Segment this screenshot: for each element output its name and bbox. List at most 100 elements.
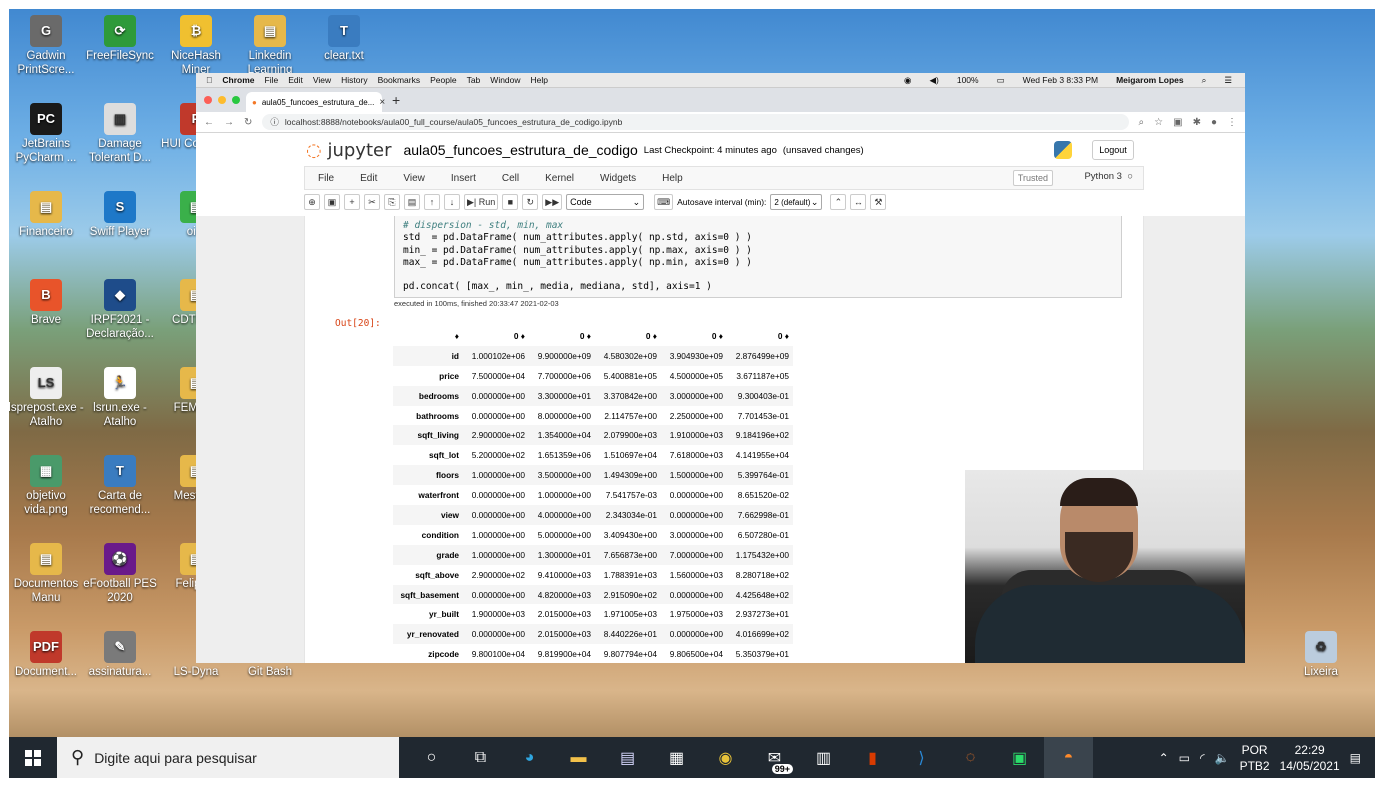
- calculator-icon[interactable]: ▥: [799, 737, 848, 778]
- desktop-icon[interactable]: ▤ Financeiro: [8, 191, 84, 239]
- desktop-icon[interactable]: ▥ Damage Tolerant D...: [82, 103, 158, 165]
- new-tab-button[interactable]: +: [392, 92, 400, 108]
- desktop-icon[interactable]: ▤ Documentos Manu: [8, 543, 84, 605]
- zoom-icon[interactable]: ⌕: [1139, 117, 1145, 128]
- edge-icon[interactable]: ◕: [505, 737, 554, 778]
- copy-icon[interactable]: ⎘: [384, 194, 400, 210]
- mac-menu-item[interactable]: Tab: [467, 75, 481, 85]
- forward-icon[interactable]: →: [224, 117, 234, 128]
- run-button[interactable]: ▶| Run: [464, 194, 499, 210]
- move-up-icon[interactable]: ↑: [424, 194, 440, 210]
- desktop-icon[interactable]: PC JetBrains PyCharm ...: [8, 103, 84, 165]
- mac-menu-item[interactable]: Window: [490, 75, 520, 85]
- jupyter-menu-item[interactable]: Kernel: [532, 173, 587, 184]
- logout-button[interactable]: Logout: [1092, 140, 1134, 160]
- autosave-select[interactable]: 2 (default) ⌄: [770, 194, 823, 210]
- hammer-icon[interactable]: ⚒: [870, 194, 887, 210]
- spotlight-icon[interactable]: ⌕: [1202, 75, 1207, 86]
- maximize-window-button[interactable]: [232, 96, 240, 104]
- expand-width-icon[interactable]: ↔: [850, 194, 867, 210]
- column-header[interactable]: 0 ♦: [727, 326, 793, 346]
- trusted-indicator[interactable]: Trusted: [1012, 170, 1053, 186]
- task-view-icon[interactable]: ⧉: [456, 737, 505, 778]
- wifi-icon[interactable]: ◉: [904, 75, 911, 86]
- action-center-icon[interactable]: ▤: [1350, 751, 1361, 765]
- column-header[interactable]: 0 ♦: [595, 326, 661, 346]
- desktop-icon[interactable]: ♻ Lixeira: [1283, 631, 1359, 679]
- url-field[interactable]: ⓘ localhost:8888/notebooks/aula00_full_c…: [262, 114, 1129, 130]
- file-explorer-icon[interactable]: ▬: [554, 737, 603, 778]
- desktop-icon[interactable]: ▦ objetivo vida.png: [8, 455, 84, 517]
- mac-datetime[interactable]: Wed Feb 3 8:33 PM: [1023, 75, 1098, 85]
- jupyter-app-icon[interactable]: ◌: [946, 737, 995, 778]
- cut-icon[interactable]: ✂: [364, 194, 380, 210]
- chrome-menu-icon[interactable]: ⋮: [1227, 117, 1237, 128]
- desktop-icon[interactable]: G Gadwin PrintScre...: [8, 15, 84, 77]
- files-icon[interactable]: ▤: [603, 737, 652, 778]
- index-header[interactable]: ♦: [393, 326, 463, 346]
- mac-menu-item[interactable]: People: [430, 75, 456, 85]
- profile-icon[interactable]: ●: [1211, 117, 1217, 128]
- volume-tray-icon[interactable]: 🔈: [1215, 751, 1230, 765]
- vscode-icon[interactable]: ⟩: [897, 737, 946, 778]
- close-window-button[interactable]: [204, 96, 212, 104]
- stop-icon[interactable]: ■: [502, 194, 519, 210]
- notebook-title[interactable]: aula05_funcoes_estrutura_de_codigo: [403, 142, 637, 158]
- battery-tray-icon[interactable]: ▭: [1179, 751, 1190, 765]
- volume-icon[interactable]: ◀): [929, 75, 938, 86]
- paste-icon[interactable]: ▤: [404, 194, 420, 210]
- mac-user[interactable]: Meigarom Lopes: [1116, 75, 1184, 85]
- jupyter-menu-item[interactable]: Widgets: [587, 173, 649, 184]
- reload-icon[interactable]: ↻: [244, 117, 252, 128]
- desktop-icon[interactable]: T Carta de recomend...: [82, 455, 158, 517]
- bookmark-star-icon[interactable]: ☆: [1154, 117, 1163, 128]
- jupyter-menu-item[interactable]: View: [390, 173, 438, 184]
- code-cell[interactable]: # dispersion - std, min, max std = pd.Da…: [394, 216, 1122, 298]
- desktop-icon[interactable]: Tclear.txt: [306, 15, 382, 63]
- save-icon[interactable]: ⊕: [304, 194, 320, 210]
- restart-run-all-icon[interactable]: ▶▶: [542, 194, 563, 210]
- network-tray-icon[interactable]: ◜: [1200, 751, 1205, 765]
- desktop-icon[interactable]: 🏃 lsrun.exe - Atalho: [82, 367, 158, 429]
- desktop-icon[interactable]: ⟳ FreeFileSync: [82, 15, 158, 63]
- battery-icon[interactable]: ▭: [997, 75, 1005, 86]
- office-icon[interactable]: ▮: [848, 737, 897, 778]
- desktop-icon[interactable]: PDF Document...: [8, 631, 84, 679]
- puzzle-icon[interactable]: ✱: [1193, 117, 1201, 128]
- mac-menu-item[interactable]: Bookmarks: [378, 75, 421, 85]
- desktop-icon[interactable]: B Brave: [8, 279, 84, 327]
- start-button[interactable]: [9, 749, 57, 766]
- browser-tab[interactable]: ● aula05_funcoes_estrutura_de... ×: [246, 92, 385, 112]
- jupyter-menu-item[interactable]: Cell: [489, 173, 532, 184]
- cortana-icon[interactable]: ○: [407, 737, 456, 778]
- kernel-indicator[interactable]: Python 3 ○: [1084, 171, 1133, 182]
- jupyter-menu-item[interactable]: File: [305, 173, 347, 184]
- desktop-icon[interactable]: S Swiff Player: [82, 191, 158, 239]
- mac-menu-item[interactable]: History: [341, 75, 367, 85]
- store-icon[interactable]: ▦: [652, 737, 701, 778]
- jupyter-logo[interactable]: ◌ jupyter: [306, 140, 391, 161]
- taskbar-search-box[interactable]: ⚲ Digite aqui para pesquisar: [57, 737, 399, 778]
- minimize-window-button[interactable]: [218, 96, 226, 104]
- pycharm-icon[interactable]: ▣: [995, 737, 1044, 778]
- cell-type-select[interactable]: Code ⌄: [566, 194, 645, 210]
- extension-icon[interactable]: ▣: [1173, 117, 1182, 128]
- taskbar-clock[interactable]: 22:29 14/05/2021: [1280, 742, 1340, 774]
- input-language[interactable]: POR PTB2: [1240, 742, 1270, 774]
- mac-menu-item[interactable]: File: [265, 75, 279, 85]
- desktop-icon[interactable]: ✎ assinatura...: [82, 631, 158, 679]
- desktop-icon[interactable]: ◆ IRPF2021 - Declaração...: [82, 279, 158, 341]
- back-icon[interactable]: ←: [204, 117, 214, 128]
- desktop-icon[interactable]: ⚽ eFootball PES 2020: [82, 543, 158, 605]
- chrome-icon[interactable]: ◉: [701, 737, 750, 778]
- column-header[interactable]: 0 ♦: [529, 326, 595, 346]
- collapse-up-icon[interactable]: ⌃: [830, 194, 847, 210]
- desktop-icon[interactable]: ₿ NiceHash Miner: [158, 15, 234, 77]
- jupyter-menu-item[interactable]: Edit: [347, 173, 390, 184]
- info-icon[interactable]: ⓘ: [270, 116, 279, 128]
- column-header[interactable]: 0 ♦: [463, 326, 529, 346]
- column-header[interactable]: 0 ♦: [661, 326, 727, 346]
- firefox-icon[interactable]: ◓: [1044, 737, 1093, 778]
- close-tab-icon[interactable]: ×: [379, 97, 385, 108]
- mac-menu-item[interactable]: View: [313, 75, 331, 85]
